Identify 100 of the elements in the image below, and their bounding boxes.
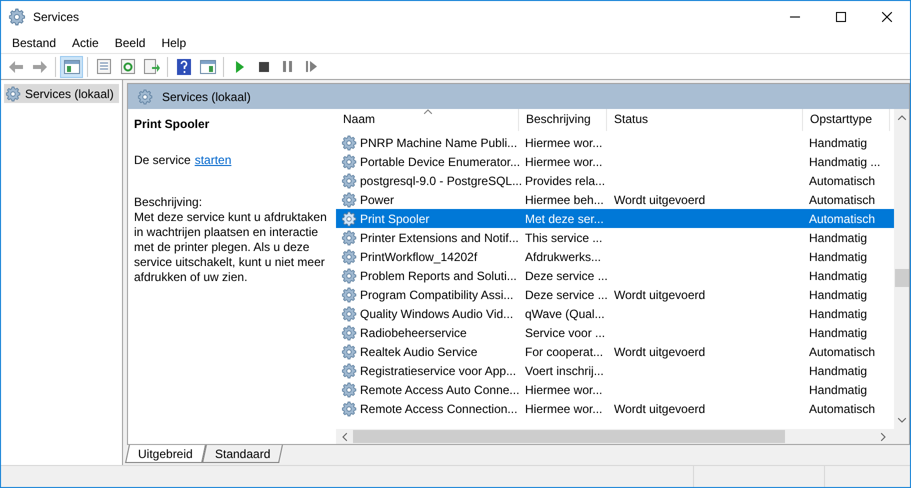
table-cell: Hiermee beh... (525, 192, 604, 206)
table-row[interactable]: Remote Access Connection... Hiermee wor... Wordt uitgevoerd Automatisch (336, 399, 894, 418)
table-cell: Automatisch (809, 402, 876, 416)
column-header[interactable]: Beschrijving (519, 109, 607, 131)
description-label: Beschrijving: (134, 195, 204, 210)
table-cell: Wordt uitgevoerd (614, 402, 706, 416)
table-cell: Voert inschrij... (525, 364, 604, 378)
table-cell: Wordt uitgevoerd (614, 344, 706, 358)
service-gear-icon (342, 344, 358, 360)
service-gear-icon (342, 210, 358, 226)
table-row[interactable]: Printer Extensions and Notif... This service ... Handmatig (336, 228, 894, 247)
vertical-scrollbar[interactable] (894, 109, 909, 429)
table-row[interactable]: PrintWorkflow_14202f Afdrukwerks... Handmatig (336, 247, 894, 266)
table-cell: Afdrukwerks... (525, 250, 602, 264)
start-link[interactable]: starten (194, 151, 232, 169)
scroll-right-icon (881, 432, 886, 440)
table-cell: For cooperat... (525, 344, 604, 358)
table-row[interactable]: Print Spooler Met deze ser... Automatisch (336, 209, 894, 228)
table-row[interactable]: Radiobeheerservice Service voor ... Handmatig (336, 323, 894, 342)
service-gear-icon (342, 400, 358, 416)
action-text: De service (134, 152, 191, 169)
table-row[interactable]: postgresql-9.0 - PostgreSQL... Provides rela... Automatisch (336, 171, 894, 190)
table-row[interactable]: Registratieservice voor App... Voert inschrij... Handmatig (336, 361, 894, 380)
tree-item[interactable]: Services (lokaal) (4, 84, 119, 103)
tree-toggle-button[interactable] (60, 56, 83, 78)
table-cell: Handmatig (809, 326, 868, 340)
service-gear-icon (342, 248, 358, 264)
export-list-icon (144, 59, 160, 74)
table-cell: Wordt uitgevoerd (614, 192, 706, 206)
menu-item[interactable]: Help (153, 34, 194, 52)
table-cell-text: Registratieservice voor App... (360, 362, 516, 380)
table-cell: Automatisch (809, 174, 876, 188)
app-icon (9, 8, 27, 26)
table-cell: Handmatig (809, 288, 868, 302)
table-cell-text: Radiobeheerservice (360, 324, 467, 342)
view-tab[interactable]: Uitgebreid (125, 445, 206, 463)
description-text: Met deze service kunt u afdruktaken in wachtrijen plaatsen en interactie met de printer plegen. Als u deze service uitschakelt, kunt u niet meer afdrukken of uw zien. (134, 210, 328, 285)
scroll-thumb[interactable] (894, 269, 908, 287)
view-tab[interactable]: Standaard (202, 445, 283, 463)
table-cell: Handmatig (809, 250, 868, 264)
scroll-thumb[interactable] (353, 430, 785, 443)
table-cell: Handmatig (809, 230, 868, 244)
service-gear-icon (342, 382, 358, 398)
table-cell: Handmatig (809, 364, 868, 378)
service-title: Print Spooler (134, 116, 210, 133)
table-cell: Provides rela... (525, 174, 606, 188)
service-gear-icon (342, 286, 358, 302)
table-cell-text: Remote Access Connection... (360, 400, 518, 418)
column-header[interactable]: Naam (336, 109, 519, 131)
service-gear-icon (342, 192, 358, 208)
scroll-up-icon (898, 115, 906, 120)
table-cell-text: postgresql-9.0 - PostgreSQL... (360, 172, 522, 190)
table-cell-text: Realtek Audio Service (360, 344, 478, 360)
pane-title: Services (lokaal) (162, 88, 251, 106)
gear-icon (6, 86, 22, 102)
table-cell: This service ... (525, 230, 602, 244)
table-row[interactable]: PNRP Machine Name Publi... Hiermee wor... Handmatig (336, 133, 894, 152)
scroll-down-icon (898, 418, 906, 423)
menu-item[interactable]: Beeld (106, 34, 154, 52)
table-row[interactable]: Problem Reports and Soluti... Deze service ... Handmatig (336, 266, 894, 285)
horizontal-scrollbar[interactable] (336, 429, 909, 444)
table-cell-text: Problem Reports and Soluti... (360, 268, 517, 284)
table-row[interactable]: Portable Device Enumerator... Hiermee wor... Handmatig ... (336, 152, 894, 171)
table-cell: Met deze ser... (525, 212, 604, 226)
table-cell-text: Portable Device Enumerator... (360, 154, 520, 170)
table-cell-text: Power (360, 192, 394, 208)
panel-icon (64, 60, 80, 74)
table-cell: Handmatig (809, 268, 868, 282)
table-cell: Wordt uitgevoerd (614, 288, 706, 302)
help-icon (176, 58, 190, 74)
table-cell-text: Remote Access Auto Conne... (360, 382, 520, 398)
table-cell: Automatisch (809, 212, 876, 226)
table-cell: Hiermee wor... (525, 382, 602, 396)
table-cell: qWave (Qual... (525, 306, 605, 320)
document-icon (96, 59, 110, 74)
table-cell: Automatisch (809, 344, 876, 358)
table-row[interactable]: Realtek Audio Service For cooperat... Wordt uitgevoerd Automatisch (336, 342, 894, 361)
table-cell: Service voor ... (525, 326, 606, 340)
service-gear-icon (342, 134, 358, 150)
table-cell: Deze service ... (525, 288, 608, 302)
play-icon (234, 60, 244, 72)
column-header[interactable]: Status (607, 109, 803, 131)
table-row[interactable]: Power Hiermee beh... Wordt uitgevoerd Automatisch (336, 190, 894, 209)
table-row[interactable]: Program Compatibility Assi... Deze service ... Wordt uitgevoerd Handmatig (336, 285, 894, 304)
resume-icon (306, 61, 317, 72)
close-icon (882, 12, 892, 22)
service-gear-icon (342, 230, 358, 246)
table-cell-text: PrintWorkflow_14202f (360, 248, 478, 266)
menu-item[interactable]: Actie (64, 34, 107, 52)
table-row[interactable]: Remote Access Auto Conne... Hiermee wor... Handmatig (336, 380, 894, 399)
menu-item[interactable]: Bestand (4, 34, 64, 52)
table-cell: Deze service ... (525, 268, 608, 282)
table-cell-text: PNRP Machine Name Publi... (360, 134, 518, 152)
table-cell: Handmatig ... (809, 154, 880, 168)
column-header[interactable]: Opstarttype (803, 109, 890, 131)
table-cell: Hiermee wor... (525, 402, 602, 416)
maximize-icon (836, 12, 846, 22)
table-row[interactable]: Quality Windows Audio Vid... qWave (Qual... Handmatig (336, 304, 894, 323)
service-gear-icon (342, 268, 358, 284)
table-cell-text: Quality Windows Audio Vid... (360, 306, 514, 322)
